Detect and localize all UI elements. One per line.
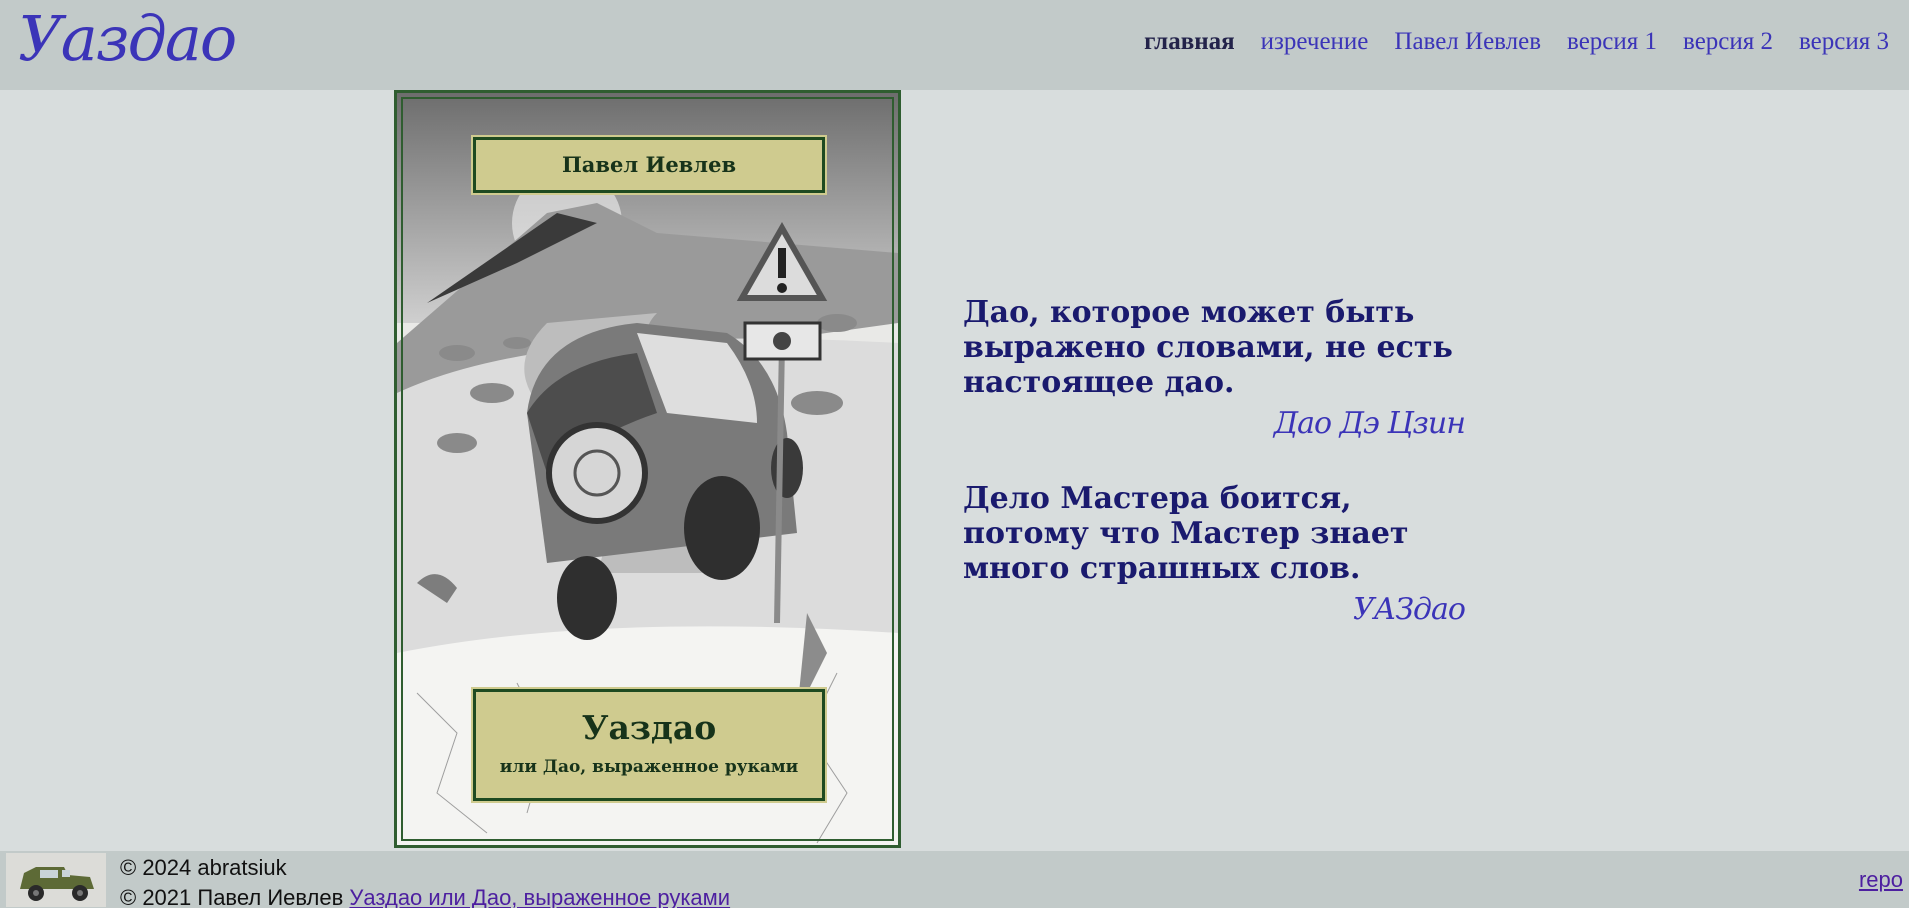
nav-link-author[interactable]: Павел Иевлев bbox=[1394, 28, 1541, 56]
nav-link-version-3[interactable]: версия 3 bbox=[1799, 28, 1889, 56]
footer-copyright-book: © 2021 Павел Иевлев Уаздао или Дао, выра… bbox=[120, 883, 730, 908]
quote-text: Дело Мастера боится, потому что Мастер з… bbox=[963, 481, 1409, 586]
quote-author: Дао Дэ Цзин bbox=[1273, 406, 1466, 441]
quote-author: УАЗдао bbox=[1352, 592, 1466, 627]
quotes-section: Дао, которое может быть выражено словами… bbox=[963, 295, 1466, 627]
cover-subtitle: или Дао, выраженное руками bbox=[499, 757, 799, 777]
footer: © 2024 abratsiuk © 2021 Павел Иевлев Уаз… bbox=[0, 851, 1909, 908]
footer-copyright-site: © 2024 abratsiuk bbox=[120, 855, 287, 880]
cover-title-plate: Уаздао или Дао, выраженное руками bbox=[471, 687, 827, 803]
main-nav: главная изречение Павел Иевлев версия 1 … bbox=[1144, 28, 1889, 56]
quote-text: Дао, которое может быть выражено словами… bbox=[963, 295, 1453, 400]
cover-title: Уаздао bbox=[581, 708, 717, 747]
cover-author-plate: Павел Иевлев bbox=[471, 135, 827, 195]
nav-link-version-2[interactable]: версия 2 bbox=[1683, 28, 1773, 56]
top-bar: Уаздао главная изречение Павел Иевлев ве… bbox=[0, 0, 1909, 90]
quote-block: Дао, которое может быть выражено словами… bbox=[963, 295, 1466, 441]
repo-link[interactable]: repo bbox=[1859, 867, 1903, 893]
nav-link-saying[interactable]: изречение bbox=[1261, 28, 1369, 56]
nav-link-home[interactable]: главная bbox=[1144, 28, 1235, 56]
book-link[interactable]: Уаздао или Дао, выраженное руками bbox=[349, 885, 730, 908]
car-icon bbox=[6, 853, 106, 907]
site-logo[interactable]: Уаздао bbox=[18, 2, 237, 75]
quote-block: Дело Мастера боится, потому что Мастер з… bbox=[963, 481, 1466, 627]
footer-copyright-book-prefix: © 2021 Павел Иевлев bbox=[120, 885, 350, 908]
footer-credits: © 2024 abratsiuk © 2021 Павел Иевлев Уаз… bbox=[120, 853, 730, 908]
book-cover: Павел Иевлев Уаздао или Дао, выраженное … bbox=[394, 90, 901, 848]
nav-link-version-1[interactable]: версия 1 bbox=[1567, 28, 1657, 56]
